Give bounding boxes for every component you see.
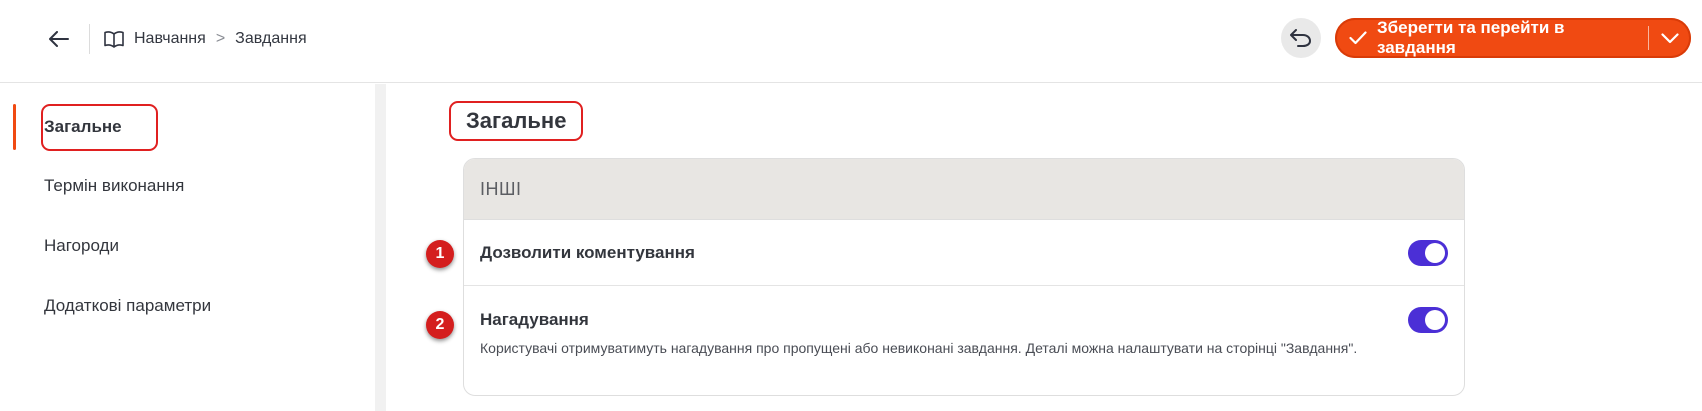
undo-button[interactable] xyxy=(1281,18,1321,58)
sidebar-gutter xyxy=(375,84,386,411)
save-and-go-main[interactable]: Зберегти та перейти в завдання xyxy=(1335,18,1648,58)
book-icon xyxy=(104,31,124,48)
sidebar-item-additional-params[interactable]: Додаткові параметри xyxy=(13,283,375,329)
toggle-knob xyxy=(1425,310,1445,330)
save-options-dropdown[interactable] xyxy=(1649,18,1691,58)
allow-comments-toggle[interactable] xyxy=(1408,240,1448,266)
breadcrumb-separator: > xyxy=(215,30,226,47)
header-divider xyxy=(89,24,90,54)
arrow-left-icon xyxy=(49,31,69,47)
reminders-toggle[interactable] xyxy=(1408,307,1448,333)
sidebar-item-general[interactable]: Загальне xyxy=(13,104,375,150)
annotation-marker-2: 2 xyxy=(426,311,454,339)
setting-row-reminders: Нагадування Користувачі отримуватимуть н… xyxy=(464,286,1464,394)
page-title: Загальне xyxy=(449,101,584,141)
chevron-down-icon xyxy=(1661,32,1679,43)
toggle-knob xyxy=(1425,243,1445,263)
save-and-go-button[interactable]: Зберегти та перейти в завдання xyxy=(1335,18,1691,58)
check-icon xyxy=(1349,31,1367,45)
settings-card: ІНШІ Дозволити коментування Нагадування … xyxy=(463,158,1465,396)
sidebar-item-rewards[interactable]: Нагороди xyxy=(13,223,375,269)
top-bar: Навчання > Завдання Зберегти та перейти … xyxy=(0,0,1702,83)
setting-row-comments: Дозволити коментування xyxy=(464,220,1464,286)
save-and-go-label: Зберегти та перейти в завдання xyxy=(1377,18,1565,57)
setting-label: Дозволити коментування xyxy=(480,242,695,262)
annotation-marker-1: 1 xyxy=(426,240,454,268)
card-header: ІНШІ xyxy=(464,159,1464,220)
setting-label: Нагадування xyxy=(480,310,589,329)
setting-description: Користувачі отримуватимуть нагадування п… xyxy=(480,340,1358,356)
undo-icon xyxy=(1290,29,1311,47)
breadcrumb-item-learning[interactable]: Навчання xyxy=(134,30,206,48)
back-button[interactable] xyxy=(44,24,74,54)
sidebar-item-deadline[interactable]: Термін виконання xyxy=(13,163,375,209)
breadcrumb: Навчання > Завдання xyxy=(104,26,307,52)
settings-sidebar: Загальне Термін виконання Нагороди Додат… xyxy=(13,84,375,411)
breadcrumb-item-tasks: Завдання xyxy=(235,30,307,47)
